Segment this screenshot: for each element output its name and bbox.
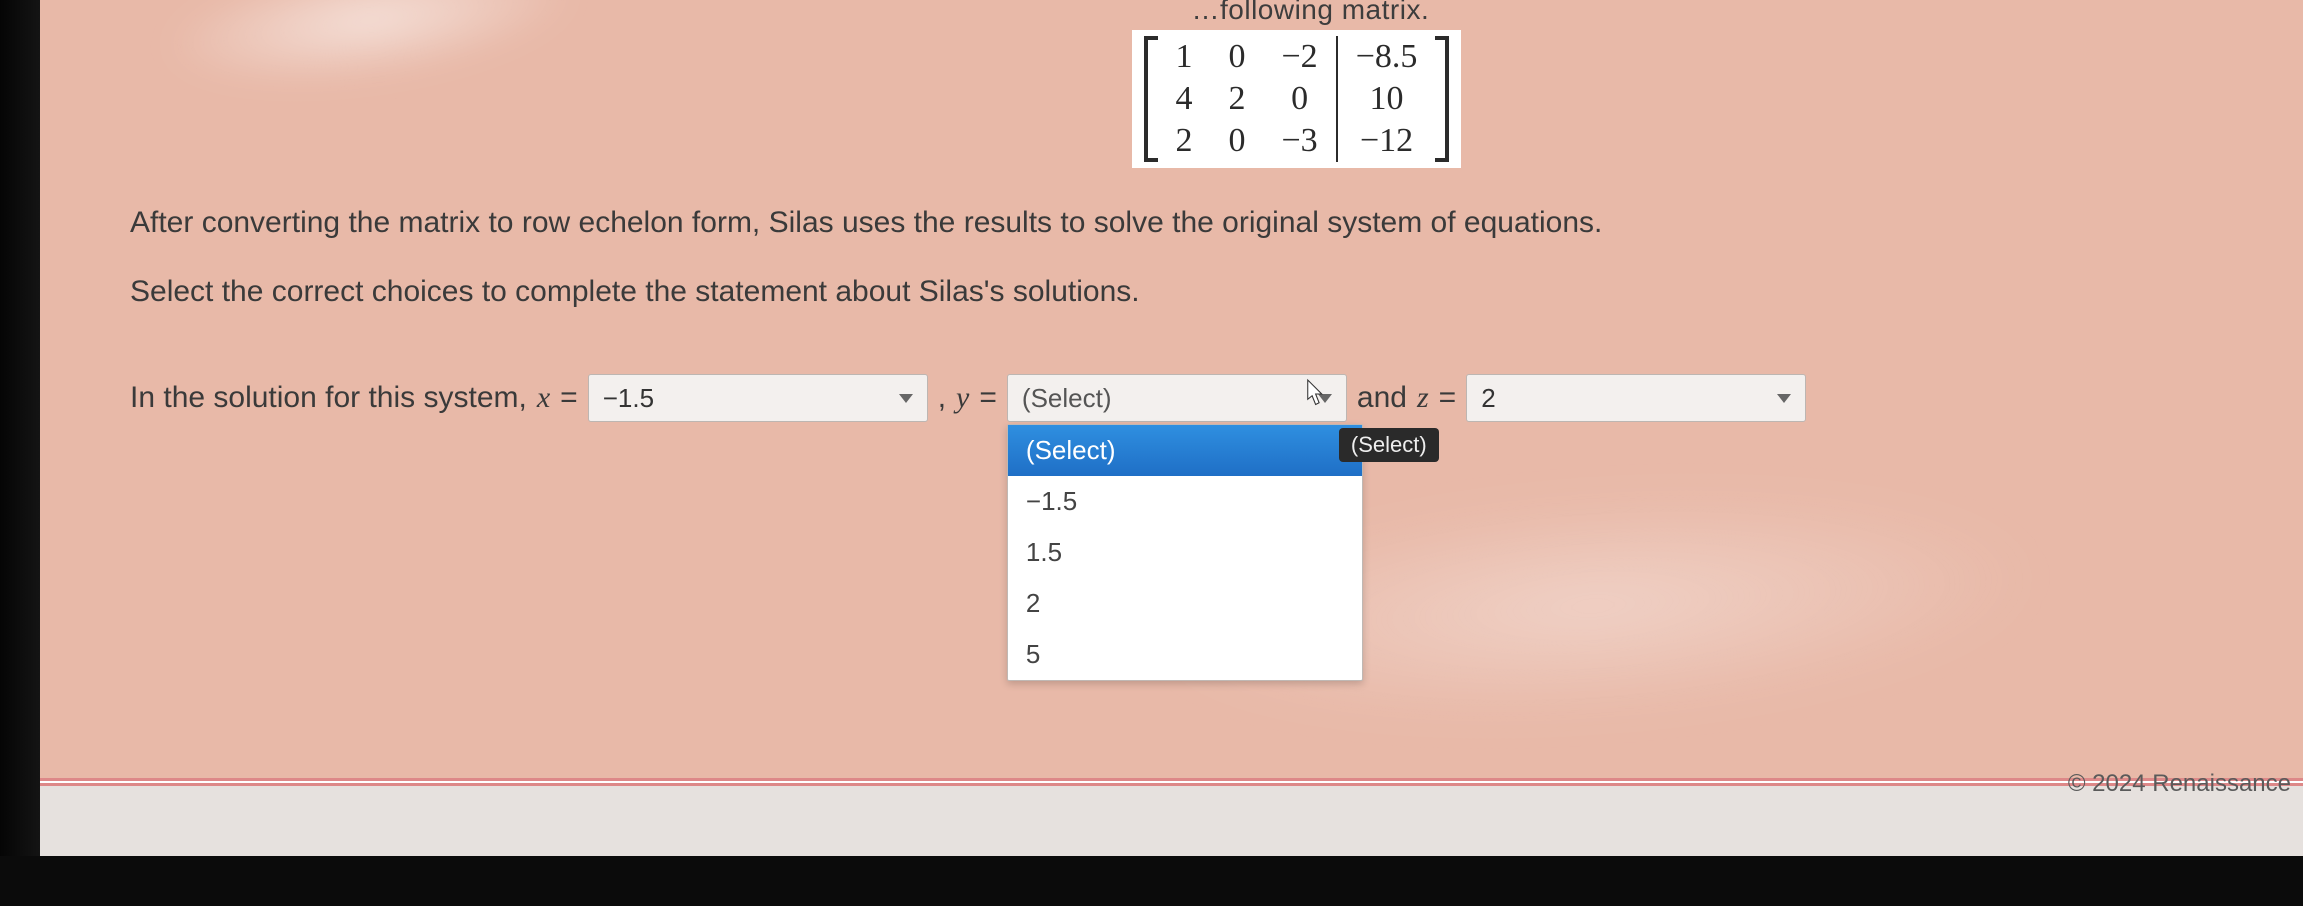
select-tooltip: (Select) bbox=[1339, 428, 1439, 462]
monitor-bezel-left bbox=[0, 0, 40, 906]
select-x-value: −1.5 bbox=[603, 383, 654, 414]
equals: = bbox=[1439, 381, 1457, 415]
equals: = bbox=[560, 381, 578, 415]
matrix-cell: −3 bbox=[1264, 120, 1337, 162]
equals: = bbox=[979, 381, 997, 415]
matrix-row: 2 0 −3 −12 bbox=[1158, 120, 1436, 162]
chevron-down-icon bbox=[1777, 394, 1791, 403]
answer-lead: In the solution for this system, bbox=[130, 381, 527, 415]
matrix-cell: 4 bbox=[1158, 78, 1211, 120]
bracket-left bbox=[1144, 36, 1158, 162]
matrix-cell: 0 bbox=[1264, 78, 1337, 120]
bracket-right bbox=[1435, 36, 1449, 162]
matrix-cell: 1 bbox=[1158, 36, 1211, 78]
glare bbox=[154, 0, 587, 109]
var-z: z bbox=[1417, 381, 1429, 415]
instruction-text-2: Select the correct choices to complete t… bbox=[130, 269, 2243, 314]
matrix-aug-cell: −8.5 bbox=[1337, 36, 1436, 78]
matrix-table: 1 0 −2 −8.5 4 2 0 10 2 0 −3 −12 bbox=[1158, 36, 1436, 162]
dropdown-option[interactable]: 5 bbox=[1008, 629, 1362, 680]
dropdown-option[interactable]: −1.5 bbox=[1008, 476, 1362, 527]
matrix-aug-cell: 10 bbox=[1337, 78, 1436, 120]
answer-row: In the solution for this system, x = −1.… bbox=[130, 374, 2243, 422]
copyright-text: © 2024 Renaissance bbox=[2068, 770, 2291, 798]
var-y: y bbox=[956, 381, 969, 415]
select-z-value: 2 bbox=[1481, 383, 1495, 414]
monitor-bezel-bottom bbox=[0, 856, 2303, 906]
matrix-row: 1 0 −2 −8.5 bbox=[1158, 36, 1436, 78]
matrix-cell: 2 bbox=[1211, 78, 1264, 120]
dropdown-option[interactable]: 1.5 bbox=[1008, 527, 1362, 578]
footer-bar bbox=[40, 786, 2303, 856]
app-screen: …following matrix. 1 0 −2 −8.5 4 2 0 10 … bbox=[40, 0, 2303, 856]
matrix-aug-cell: −12 bbox=[1337, 120, 1436, 162]
chevron-down-icon bbox=[1318, 394, 1332, 403]
dropdown-option[interactable]: 2 bbox=[1008, 578, 1362, 629]
chevron-down-icon bbox=[899, 394, 913, 403]
matrix-cell: 2 bbox=[1158, 120, 1211, 162]
matrix-cell: 0 bbox=[1211, 120, 1264, 162]
select-x[interactable]: −1.5 bbox=[588, 374, 928, 422]
var-x: x bbox=[537, 381, 550, 415]
select-y-dropdown[interactable]: (Select) −1.5 1.5 2 5 bbox=[1007, 424, 1363, 681]
dropdown-option-placeholder[interactable]: (Select) bbox=[1008, 425, 1362, 476]
section-divider bbox=[40, 778, 2303, 786]
select-y[interactable]: (Select) bbox=[1007, 374, 1347, 422]
matrix-cell: 0 bbox=[1211, 36, 1264, 78]
instruction-text-1: After converting the matrix to row echel… bbox=[130, 200, 2243, 245]
select-z[interactable]: 2 bbox=[1466, 374, 1806, 422]
select-y-placeholder: (Select) bbox=[1022, 383, 1112, 414]
matrix-row: 4 2 0 10 bbox=[1158, 78, 1436, 120]
matrix-cell: −2 bbox=[1264, 36, 1337, 78]
and-text: and bbox=[1357, 381, 1407, 415]
augmented-matrix: 1 0 −2 −8.5 4 2 0 10 2 0 −3 −12 bbox=[1132, 30, 1462, 168]
truncated-heading: …following matrix. bbox=[1192, 0, 1430, 26]
comma: , bbox=[938, 381, 946, 415]
